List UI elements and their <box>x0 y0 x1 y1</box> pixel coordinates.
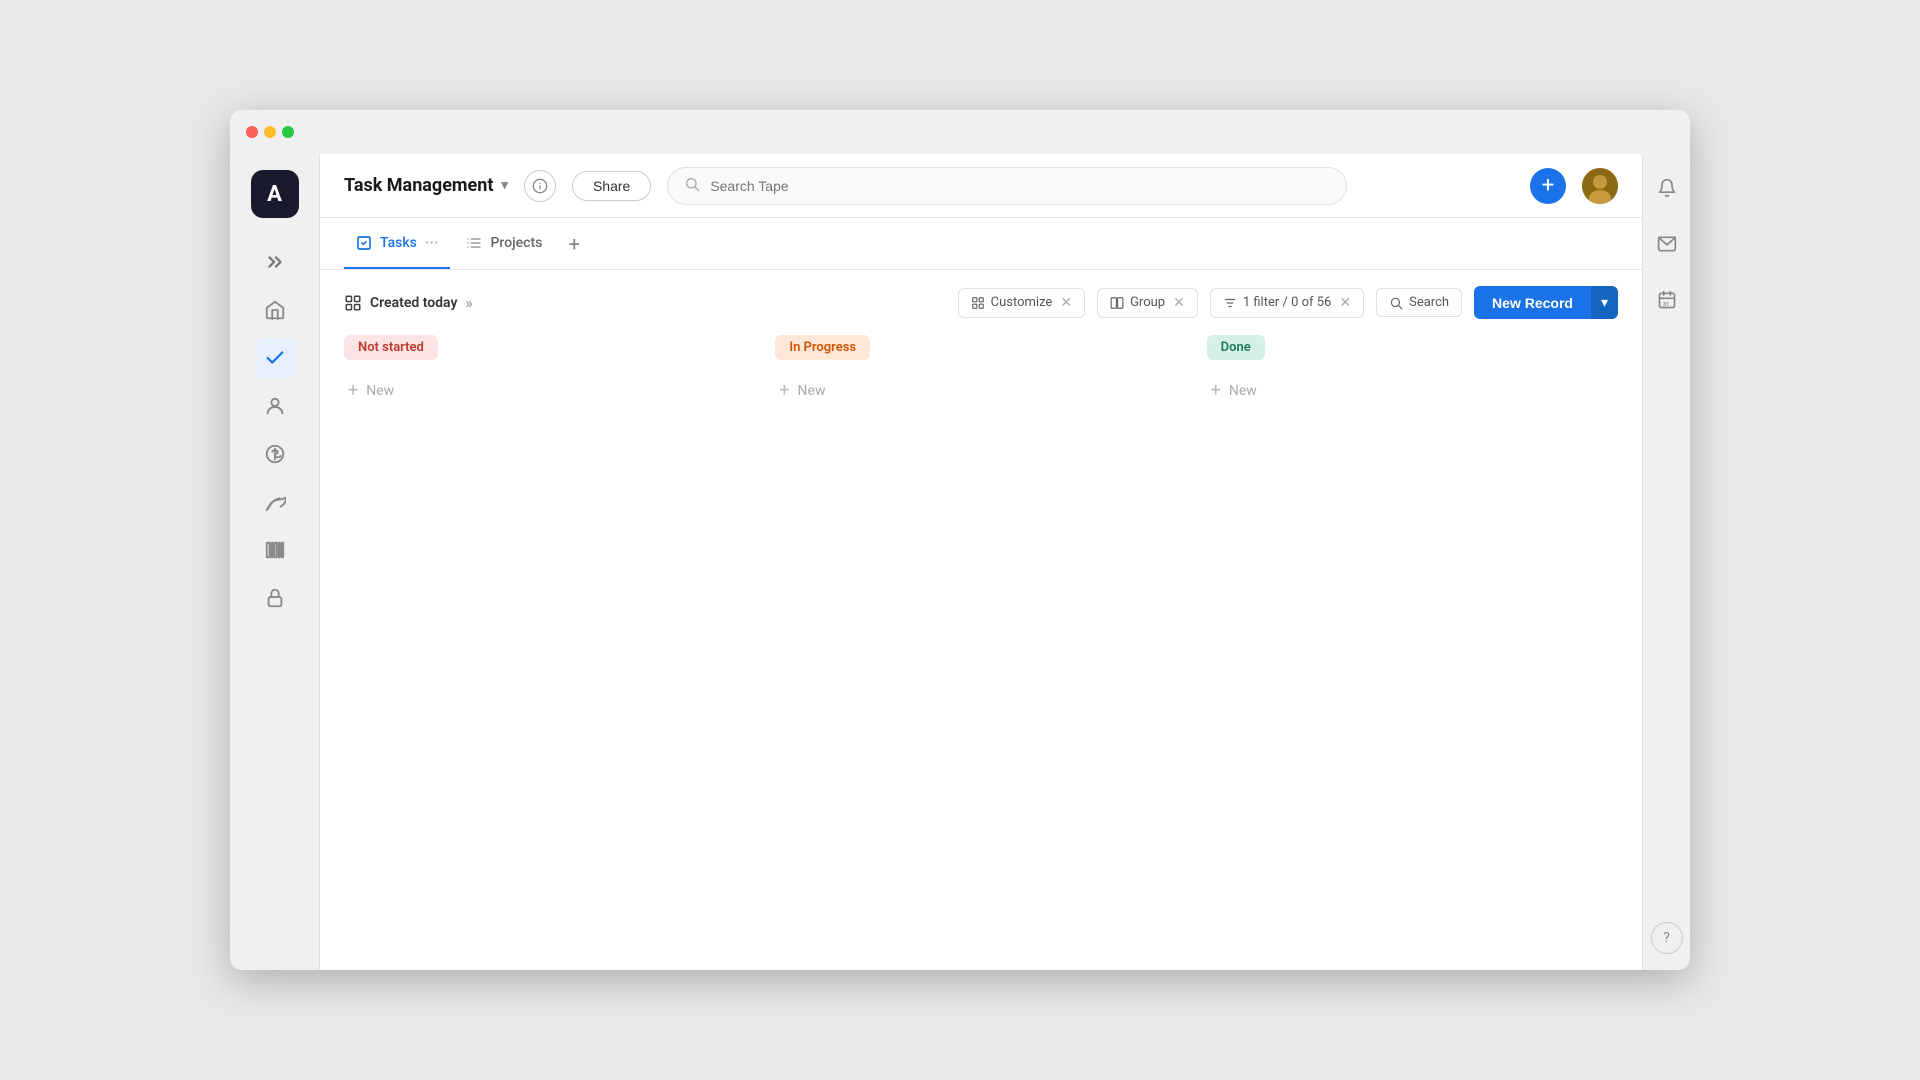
toolbar: Created today » Customize ✕ <box>320 270 1642 335</box>
logo-letter: A <box>267 182 282 207</box>
search-button-icon <box>1389 296 1403 310</box>
customize-label: Customize <box>991 295 1053 310</box>
traffic-lights <box>246 126 294 138</box>
new-record-button[interactable]: New Record <box>1474 286 1591 319</box>
global-add-button[interactable]: + <box>1530 168 1566 204</box>
maximize-button[interactable] <box>282 126 294 138</box>
column-done-header: Done <box>1207 335 1265 360</box>
help-icon: ? <box>1663 930 1670 946</box>
search-button[interactable]: Search <box>1376 288 1462 317</box>
sidebar-icon-tasks[interactable] <box>255 338 295 378</box>
tasks-check-icon <box>356 235 372 251</box>
svg-text:31: 31 <box>1662 302 1669 308</box>
created-today-label: Created today <box>370 295 457 311</box>
new-item-in-progress-label: New <box>798 383 826 399</box>
new-item-in-progress-plus-icon: + <box>779 380 789 401</box>
new-item-not-started[interactable]: + New <box>344 372 755 409</box>
new-item-done-label: New <box>1229 383 1257 399</box>
double-chevron-icon: » <box>465 294 472 312</box>
column-done-label: Done <box>1221 340 1251 355</box>
column-in-progress-header: In Progress <box>775 335 870 360</box>
sidebar-icon-dollar[interactable] <box>255 434 295 474</box>
tab-projects[interactable]: Projects <box>454 218 554 269</box>
new-item-not-started-label: New <box>366 383 394 399</box>
tab-projects-label: Projects <box>490 235 542 251</box>
sidebar-icon-home[interactable] <box>255 290 295 330</box>
new-record-group: New Record ▾ <box>1474 286 1618 319</box>
column-in-progress: In Progress + New <box>775 335 1186 946</box>
tab-tasks[interactable]: Tasks ··· <box>344 218 450 269</box>
app-title: Task Management ▾ <box>344 175 508 196</box>
column-not-started: Not started + New <box>344 335 755 946</box>
mail-icon-button[interactable] <box>1649 226 1685 262</box>
search-icon <box>684 176 700 196</box>
column-in-progress-label: In Progress <box>789 340 856 355</box>
titlebar <box>230 110 1690 154</box>
sidebar-icon-barcode[interactable] <box>255 530 295 570</box>
app-logo[interactable]: A <box>251 170 299 218</box>
topbar: Task Management ▾ Share <box>320 154 1642 218</box>
new-item-done[interactable]: + New <box>1207 372 1618 409</box>
filter-label: 1 filter / 0 of 56 <box>1243 295 1332 310</box>
filter-button[interactable]: 1 filter / 0 of 56 ✕ <box>1210 288 1364 318</box>
tabs-bar: Tasks ··· Projects + <box>320 218 1642 270</box>
calendar-icon-button[interactable]: 31 <box>1649 282 1685 318</box>
group-label: Group <box>1130 295 1165 310</box>
info-button[interactable] <box>524 170 556 202</box>
customize-icon <box>971 296 985 310</box>
tab-tasks-label: Tasks <box>380 235 417 251</box>
column-not-started-label: Not started <box>358 340 424 355</box>
app-title-text: Task Management <box>344 175 493 196</box>
filter-icon <box>1223 296 1237 310</box>
filter-close-icon[interactable]: ✕ <box>1339 295 1351 311</box>
projects-icon <box>466 235 482 251</box>
share-button[interactable]: Share <box>572 171 651 201</box>
new-item-plus-icon: + <box>348 380 358 401</box>
help-button[interactable]: ? <box>1651 922 1683 954</box>
group-button[interactable]: Group ✕ <box>1097 288 1198 318</box>
column-not-started-header: Not started <box>344 335 438 360</box>
search-input[interactable] <box>710 178 1330 194</box>
add-tab-icon: + <box>569 232 580 256</box>
customize-close-icon[interactable]: ✕ <box>1060 295 1072 311</box>
tab-tasks-more[interactable]: ··· <box>425 233 439 252</box>
customize-button[interactable]: Customize ✕ <box>958 288 1085 318</box>
sidebar-icon-lock[interactable] <box>255 578 295 618</box>
column-done: Done + New <box>1207 335 1618 946</box>
new-item-done-plus-icon: + <box>1211 380 1221 401</box>
plus-icon: + <box>1542 173 1554 198</box>
search-bar <box>667 167 1347 205</box>
created-today-filter: Created today » <box>344 294 473 312</box>
board-area: Not started + New In Progress + New <box>320 335 1642 970</box>
sidebar-icon-person[interactable] <box>255 386 295 426</box>
new-record-chevron-icon: ▾ <box>1601 294 1608 310</box>
left-sidebar: A <box>230 154 320 970</box>
close-button[interactable] <box>246 126 258 138</box>
chevron-down-icon[interactable]: ▾ <box>501 178 508 193</box>
sidebar-icon-expand[interactable] <box>255 242 295 282</box>
sidebar-icon-leaf[interactable] <box>255 482 295 522</box>
minimize-button[interactable] <box>264 126 276 138</box>
new-record-dropdown-button[interactable]: ▾ <box>1591 286 1618 319</box>
group-close-icon[interactable]: ✕ <box>1173 295 1185 311</box>
content-area: Task Management ▾ Share <box>320 154 1642 970</box>
right-sidebar: 31 ? <box>1642 154 1690 970</box>
user-avatar[interactable] <box>1582 168 1618 204</box>
group-icon <box>1110 296 1124 310</box>
bell-icon-button[interactable] <box>1649 170 1685 206</box>
search-button-label: Search <box>1409 295 1449 310</box>
created-today-icon <box>344 294 362 312</box>
new-item-in-progress[interactable]: + New <box>775 372 1186 409</box>
add-tab-button[interactable]: + <box>558 228 590 260</box>
